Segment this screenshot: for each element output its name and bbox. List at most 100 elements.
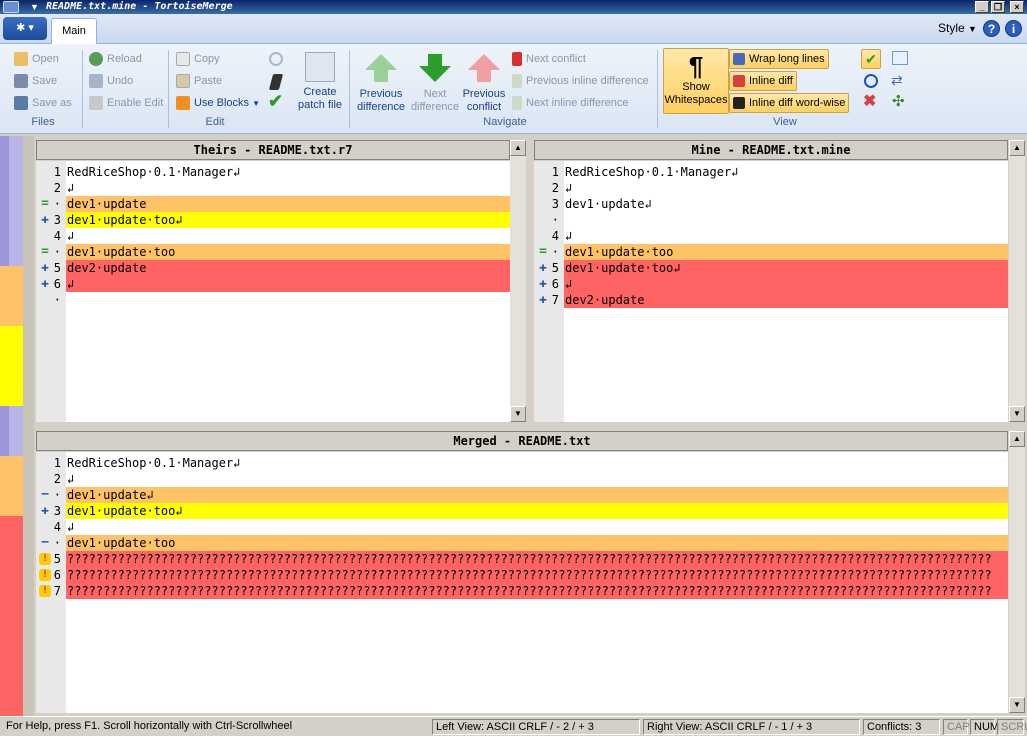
enable-edit-button[interactable]: Enable Edit: [89, 94, 163, 112]
group-separator: [349, 50, 350, 128]
scroll-down-icon[interactable]: ▼: [1009, 406, 1025, 422]
line-number: 2: [53, 472, 61, 486]
code-line[interactable]: ! 7??????????????????????????????????????…: [36, 583, 1008, 599]
code-line[interactable]: = · dev1·update·too: [534, 244, 1008, 260]
scroll-down-icon[interactable]: ▼: [510, 406, 526, 422]
code-line[interactable]: 3 dev1·update↲: [534, 196, 1008, 212]
merged-scrollbar[interactable]: ▲ ▼: [1009, 431, 1025, 713]
close-button[interactable]: ×: [1010, 1, 1024, 13]
save-button[interactable]: Save: [14, 72, 57, 90]
right-pane[interactable]: 1 RedRiceShop·0.1·Manager↲ 2 ↲ 3 dev1·update↲…: [534, 161, 1008, 422]
mark-block-icon[interactable]: [268, 74, 284, 90]
line-number: 5: [53, 261, 61, 275]
line-text: RedRiceShop·0.1·Manager↲: [565, 165, 739, 179]
collapse-icon[interactable]: ✣: [892, 94, 905, 110]
previous-inline-button[interactable]: Previous inline difference: [512, 72, 649, 90]
circle-icon[interactable]: [864, 74, 878, 88]
left-pane[interactable]: 1 RedRiceShop·0.1·Manager↲ 2 ↲ = · dev1·update…: [36, 161, 510, 422]
code-line[interactable]: ✚ 5 dev2·update: [36, 260, 510, 276]
scroll-down-icon[interactable]: ▼: [1009, 697, 1025, 713]
code-line[interactable]: ✚ 6 ↲: [36, 276, 510, 292]
use-blocks-label: Use Blocks: [194, 97, 250, 109]
help-icon[interactable]: ?: [983, 20, 1000, 37]
code-line[interactable]: − · dev1·update·too: [36, 535, 1008, 551]
previous-difference-button[interactable]: Previous difference: [355, 48, 407, 114]
code-line[interactable]: 1 RedRiceShop·0.1·Manager↲: [36, 164, 510, 180]
code-line[interactable]: 4 ↲: [36, 519, 1008, 535]
show-whitespaces-button[interactable]: ¶ Show Whitespaces: [663, 48, 729, 114]
quick-access-arrow-icon[interactable]: ▼: [30, 0, 39, 14]
info-icon[interactable]: i: [1005, 20, 1022, 37]
layout-icon[interactable]: [892, 51, 908, 65]
scroll-up-icon[interactable]: ▲: [1009, 431, 1025, 447]
resolve-check-icon[interactable]: ✔: [268, 92, 283, 110]
inline-diff-word-button[interactable]: Inline diff word-wise: [729, 93, 850, 113]
restore-button[interactable]: ❐: [991, 1, 1005, 13]
locator-margin: [0, 516, 9, 716]
arrow-down-icon: [419, 66, 451, 82]
code-line[interactable]: 1 RedRiceShop·0.1·Manager↲: [36, 455, 1008, 471]
code-line[interactable]: 2 ↲: [36, 180, 510, 196]
code-line[interactable]: = · dev1·update: [36, 196, 510, 212]
open-button[interactable]: Open: [14, 50, 59, 68]
left-scrollbar[interactable]: ▲ ▼: [510, 140, 526, 422]
merged-pane[interactable]: 1 RedRiceShop·0.1·Manager↲ 2 ↲ − · dev1·update…: [36, 452, 1008, 713]
undo-button[interactable]: Undo: [89, 72, 133, 90]
title-bar[interactable]: ▼ README.txt.mine - TortoiseMerge _ ❐ ×: [0, 0, 1027, 14]
line-number: 4: [551, 229, 559, 243]
locator-segment: [9, 346, 23, 406]
code-line[interactable]: = · dev1·update·too: [36, 244, 510, 260]
right-scrollbar[interactable]: ▲ ▼: [1009, 140, 1025, 422]
status-scrl: SCRL: [997, 719, 1027, 735]
code-line[interactable]: ! 6??????????????????????????????????????…: [36, 567, 1008, 583]
minimize-button[interactable]: _: [975, 1, 989, 13]
status-num: NUM: [970, 719, 999, 735]
scroll-up-icon[interactable]: ▲: [1009, 140, 1025, 156]
conflict-down-icon: [512, 52, 522, 67]
application-menu-button[interactable]: ✱ ▾: [3, 17, 47, 40]
code-line[interactable]: 4 ↲: [36, 228, 510, 244]
code-line[interactable]: ·: [36, 292, 510, 308]
line-number: ·: [53, 293, 61, 307]
reload-button[interactable]: Reload: [89, 50, 142, 68]
code-line[interactable]: ✚ 6 ↲: [534, 276, 1008, 292]
code-line[interactable]: 1 RedRiceShop·0.1·Manager↲: [534, 164, 1008, 180]
previous-conflict-button[interactable]: Previous conflict: [459, 48, 509, 114]
style-menu[interactable]: Style ▼: [938, 21, 977, 35]
create-patch-button[interactable]: Create patch file: [295, 48, 345, 114]
paste-button[interactable]: Paste: [176, 72, 222, 90]
wrap-lines-button[interactable]: Wrap long lines: [729, 49, 829, 69]
inline-diff-button[interactable]: Inline diff: [729, 71, 797, 91]
swap-icon[interactable]: ⇄: [891, 72, 903, 88]
code-line[interactable]: ✚ 7 dev2·update: [534, 292, 1008, 308]
locator-margin: [0, 456, 9, 516]
find-icon[interactable]: [269, 52, 283, 66]
next-difference-button[interactable]: Next difference: [409, 48, 461, 114]
code-line[interactable]: ! 5??????????????????????????????????????…: [36, 551, 1008, 567]
save-as-button[interactable]: Save as: [14, 94, 72, 112]
previous-difference-label: Previous difference: [356, 88, 406, 113]
save-icon: [14, 74, 28, 89]
code-line[interactable]: ✚ 3 dev1·update·too↲: [36, 503, 1008, 519]
code-line[interactable]: ✚ 3 dev1·update·too↲: [36, 212, 510, 228]
code-line[interactable]: 2 ↲: [534, 180, 1008, 196]
copy-button[interactable]: Copy: [176, 50, 220, 68]
next-inline-button[interactable]: Next inline difference: [512, 94, 629, 112]
cross-icon[interactable]: ✖: [863, 93, 876, 111]
code-line[interactable]: − · dev1·update↲: [36, 487, 1008, 503]
next-conflict-button[interactable]: Next conflict: [512, 50, 586, 68]
scroll-up-icon[interactable]: ▲: [510, 140, 526, 156]
code-line[interactable]: 4 ↲: [534, 228, 1008, 244]
locator-bar[interactable]: [0, 136, 34, 716]
use-blocks-button[interactable]: Use Blocks ▼: [176, 94, 260, 112]
accept-check-icon[interactable]: ✔: [861, 49, 881, 69]
tab-main[interactable]: Main: [51, 18, 97, 45]
code-line[interactable]: 2 ↲: [36, 471, 1008, 487]
line-number: ·: [551, 245, 559, 259]
code-line[interactable]: ·: [534, 212, 1008, 228]
line-text: dev1·update·too↲: [564, 260, 1008, 276]
app-icon[interactable]: [3, 1, 19, 13]
arrow-up-icon: [365, 54, 397, 70]
code-line[interactable]: ✚ 5 dev1·update·too↲: [534, 260, 1008, 276]
line-text: RedRiceShop·0.1·Manager↲: [67, 456, 241, 470]
